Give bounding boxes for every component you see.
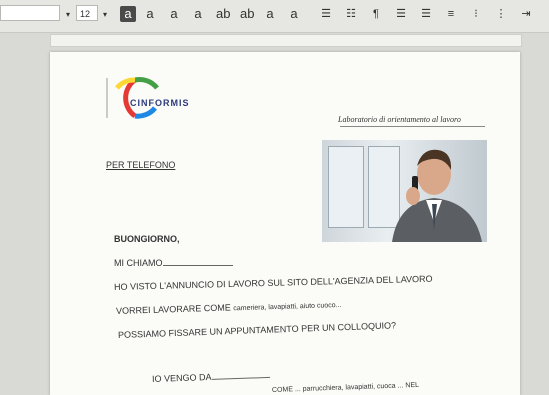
job-examples: cameriera, lavapiatti, aiuto cuoco... <box>233 301 342 313</box>
man-with-phone-icon <box>392 149 482 242</box>
header-title: Laboratorio di orientamento al lavoro <box>338 115 461 124</box>
subscript-button[interactable]: ab <box>240 6 254 22</box>
numbering-icon[interactable]: ⋮ <box>495 6 507 22</box>
announcement-line: HO VISTO L'ANNUNCIO DI LAVORO SUL SITO D… <box>113 273 433 292</box>
indent-icon[interactable]: ⇥ <box>520 6 532 22</box>
formatting-toolbar: ▾ 12 ▾ a a a a ab ab a a ☰ ☷ ¶ ☰ ☰ ≡ ⁝ ⋮ ⇥ <box>0 0 549 33</box>
document-page[interactable]: CINFORMIS Laboratorio di orientamento al… <box>50 52 520 395</box>
font-color-button[interactable]: a <box>264 6 276 22</box>
dropdown-arrow-icon[interactable]: ▾ <box>62 7 74 23</box>
superscript-button[interactable]: ab <box>216 6 230 22</box>
underline-button[interactable]: a <box>168 6 180 22</box>
job-line: VORREI LAVORARE COME cameriera, lavapiat… <box>116 299 342 316</box>
highlight-button[interactable]: a <box>288 6 300 22</box>
name-line: MI CHIAMO <box>114 258 233 268</box>
greeting-line: BUONGIORNO, <box>114 234 180 244</box>
origin-blank[interactable] <box>211 369 270 380</box>
font-size-select[interactable]: 12 <box>76 5 98 21</box>
name-blank[interactable] <box>162 258 233 266</box>
align-center-icon[interactable]: ☰ <box>395 6 407 22</box>
window-pane <box>328 146 364 228</box>
bold-button[interactable]: a <box>120 6 136 22</box>
appointment-line: POSSIAMO FISSARE UN APPUNTAMENTO PER UN … <box>117 320 397 340</box>
origin-line: IO VENGO DA <box>151 369 270 384</box>
job-label: VORREI LAVORARE COME <box>115 302 231 316</box>
horizontal-ruler[interactable] <box>50 34 522 47</box>
bullets-icon[interactable]: ⁝ <box>470 6 482 22</box>
justify-icon[interactable]: ≡ <box>445 6 457 22</box>
businessman-phone-photo <box>322 140 487 242</box>
align-left-icon[interactable]: ☰ <box>320 6 332 22</box>
experience-line: COME ... parrucchiera, lavapiatti, cuoca… <box>271 381 420 394</box>
dropdown-arrow-icon[interactable]: ▾ <box>99 7 111 23</box>
list-icon[interactable]: ☷ <box>345 6 357 22</box>
paragraph-icon[interactable]: ¶ <box>370 6 382 22</box>
font-name-select[interactable] <box>0 5 60 21</box>
origin-label: IO VENGO DA <box>151 371 212 384</box>
align-right-icon[interactable]: ☰ <box>420 6 432 22</box>
header-rule <box>340 126 485 127</box>
section-title: PER TELEFONO <box>106 160 176 170</box>
logo-text: CINFORMIS <box>130 98 190 108</box>
italic-button[interactable]: a <box>144 6 156 22</box>
name-label: MI CHIAMO <box>114 258 163 268</box>
strikethrough-button[interactable]: a <box>192 6 204 22</box>
